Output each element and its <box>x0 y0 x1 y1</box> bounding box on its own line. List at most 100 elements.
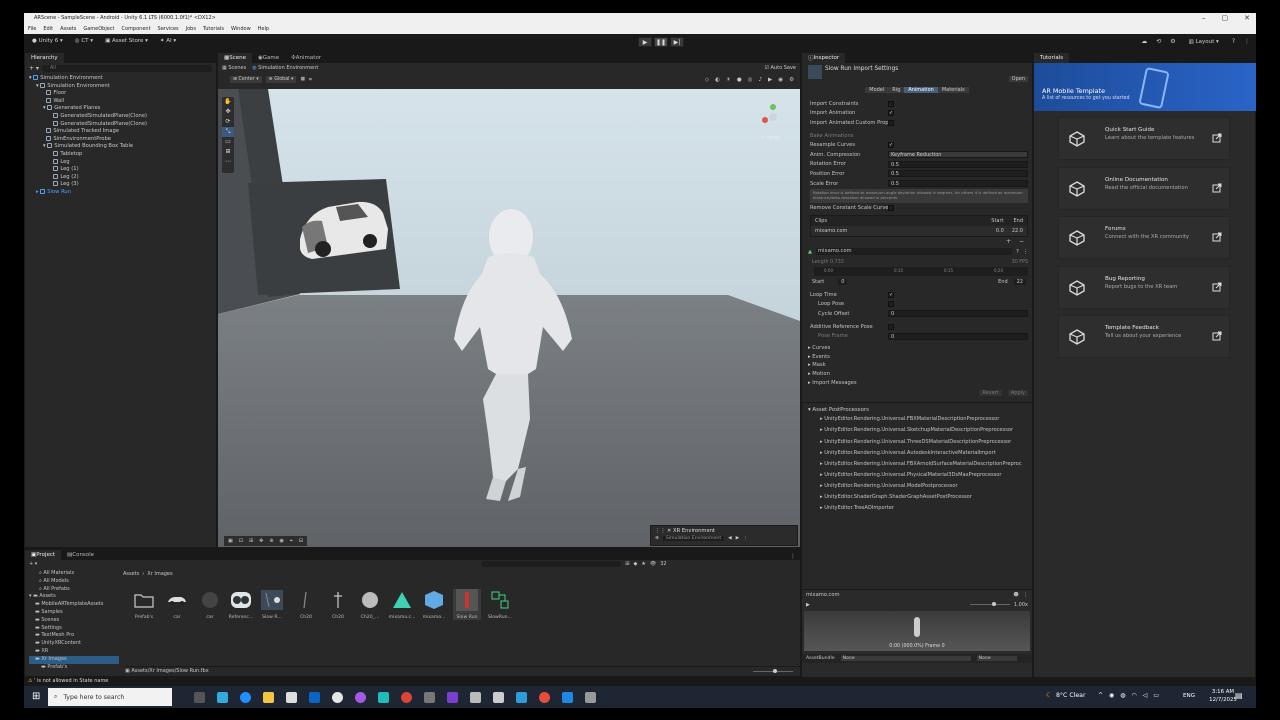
remove-clip-icon[interactable]: − <box>1019 238 1024 245</box>
postprocessor-item[interactable]: ▸ UnityEditor.Rendering.Universal.ThreeD… <box>802 437 1032 448</box>
weather-icon[interactable]: ☾ <box>1046 691 1052 699</box>
help-icon[interactable]: ? <box>1232 38 1235 45</box>
clip-timeline[interactable]: 0:00 0:10 0:15 0:20 <box>814 266 1028 276</box>
tab-game[interactable]: ◉ Game <box>252 53 285 63</box>
gizmos-dropdown-icon[interactable]: ⚙ <box>789 77 794 83</box>
overlay-icon-3[interactable]: ⊞ <box>249 538 253 544</box>
import-constraints-checkbox[interactable] <box>888 100 894 107</box>
import-animation-checkbox[interactable]: ✓ <box>888 110 894 117</box>
external-link-icon[interactable] <box>1212 331 1222 341</box>
visual-studio-icon[interactable] <box>447 692 458 703</box>
hierarchy-item[interactable]: Simulated Tracked Image <box>25 128 216 136</box>
custom-tool-icon[interactable]: ⋯ <box>222 157 234 167</box>
project-folder-item[interactable]: ▾ ▬ Assets <box>29 593 119 601</box>
asset-item[interactable]: SlowRun... <box>486 589 514 620</box>
scene-viewport[interactable]: < Persp ✋ ✥ ⟳ ⤡ ▭ ⊞ ⋯ ▣ ⊡ ⊞ ✥ ⊕ ◉ ⌖ ⊟ ⋮⋮… <box>218 89 800 547</box>
account-button[interactable]: ● Unity 6 ▾ <box>28 38 67 44</box>
project-folder-item[interactable]: ⌕ All Prefabs <box>29 586 119 594</box>
hierarchy-item[interactable]: GeneratedSimulatedPlane(Clone) <box>25 112 216 121</box>
app-icon-1[interactable] <box>378 692 389 703</box>
asset-item[interactable]: car <box>196 589 224 620</box>
outlook-icon[interactable] <box>309 692 320 703</box>
hierarchy-item[interactable]: ▾ Simulated Bounding Box Table <box>25 143 216 151</box>
preview-play-icon[interactable]: ▶ <box>806 602 810 608</box>
remove-constant-checkbox[interactable] <box>888 205 894 212</box>
asset-bundle-dropdown[interactable]: None <box>840 656 971 661</box>
asset-item[interactable]: Ch20 <box>292 589 320 620</box>
ai-button[interactable]: ✦ AI ▾ <box>156 38 180 44</box>
battery-icon[interactable]: ▭ <box>1153 692 1159 699</box>
tab-tutorials[interactable]: Tutorials <box>1034 53 1070 63</box>
xr-next-icon[interactable]: ▶ <box>736 536 740 541</box>
step-button[interactable]: ▶| <box>670 37 684 47</box>
project-folder-item[interactable]: ▬ Samples <box>29 609 119 617</box>
tutorial-card[interactable]: Online Documentation Read the official do… <box>1058 166 1230 210</box>
store-icon[interactable] <box>286 692 297 703</box>
external-link-icon[interactable] <box>1212 232 1222 242</box>
global-dropdown[interactable]: ⊕ Global ▾ <box>265 76 297 83</box>
tab-inspector[interactable]: ⓘ Inspector <box>802 53 846 63</box>
scale-tool-icon[interactable]: ⤡ <box>222 127 234 137</box>
loop-time-checkbox[interactable]: ✓ <box>888 291 894 298</box>
close-icon[interactable]: ✕ <box>1244 14 1250 22</box>
postprocessors-title[interactable]: ▾ Asset PostProcessors <box>802 406 1032 415</box>
hierarchy-item[interactable]: ▸ Slow Run <box>25 188 216 197</box>
tab-animator[interactable]: ✣ Animator <box>285 53 327 63</box>
asset-item[interactable]: Slow R... <box>258 589 286 620</box>
cycle-offset-input[interactable]: 0 <box>888 310 1028 318</box>
postprocessor-item[interactable]: ▸ UnityEditor.Rendering.Universal.ModelP… <box>802 481 1032 492</box>
project-add-icon[interactable]: + ▾ <box>29 561 37 567</box>
postprocessor-item[interactable]: ▸ UnityEditor.Rendering.Universal.FBXArn… <box>802 459 1032 470</box>
copilot-icon[interactable] <box>217 692 228 703</box>
asset-item[interactable]: Referenc... <box>227 589 255 620</box>
grid-snap-icon[interactable]: ▦ <box>300 77 305 82</box>
external-link-icon[interactable] <box>1212 183 1222 193</box>
wifi-icon[interactable]: ◠ <box>1132 692 1137 699</box>
project-folder-item[interactable]: ▬ UnityXRContent <box>29 640 119 648</box>
hierarchy-item[interactable]: Leg (1) <box>25 166 216 174</box>
breadcrumb-scenes[interactable]: ▦ Scenes <box>222 65 246 71</box>
app-icon-2[interactable] <box>424 692 435 703</box>
hierarchy-item[interactable]: SimEnvironmentProbe <box>25 135 216 144</box>
effects-icon[interactable]: ◎ <box>748 77 753 83</box>
camera-icon[interactable]: ▶ <box>768 77 772 83</box>
hierarchy-item[interactable]: Leg <box>25 158 216 167</box>
hierarchy-item[interactable]: GeneratedSimulatedPlane(Clone) <box>25 120 216 129</box>
asset-item[interactable]: car <box>163 589 191 620</box>
resample-curves-checkbox[interactable]: ✓ <box>888 142 894 149</box>
maximize-icon[interactable]: ▢ <box>1222 14 1229 22</box>
tab-console[interactable]: ▤ Console <box>61 550 100 560</box>
asset-item[interactable]: Prefab's <box>130 589 158 620</box>
project-search-input[interactable] <box>481 561 622 567</box>
project-folder-item[interactable]: ⌕ All Materials <box>29 570 119 578</box>
tab-model[interactable]: Model <box>865 86 889 93</box>
add-icon[interactable]: + ▾ <box>29 65 39 72</box>
asset-item[interactable]: mixamo.c... <box>388 589 416 620</box>
menu-component[interactable]: Component <box>122 26 151 32</box>
menu-file[interactable]: File <box>28 26 36 32</box>
foldout-motion[interactable]: ▸ Motion <box>802 370 1032 379</box>
menu-tutorials[interactable]: Tutorials <box>203 26 224 32</box>
hierarchy-item[interactable]: Wall <box>25 97 216 106</box>
project-folder-item[interactable]: ▬ TextMesh Pro <box>29 632 119 640</box>
start-input[interactable]: 0 <box>838 278 848 285</box>
github-icon[interactable] <box>332 692 343 703</box>
project-menu-icon[interactable]: ⋮ <box>790 553 800 560</box>
gizmo-icon[interactable]: ◇ <box>705 77 709 83</box>
breadcrumb-env[interactable]: ◍ Simulation Environment <box>252 65 318 71</box>
transform-tool-icon[interactable]: ⊞ <box>222 147 234 157</box>
project-folder-item[interactable]: ▬ MobileARTemplateAssets <box>29 601 119 609</box>
hierarchy-item[interactable]: Floor <box>25 90 216 98</box>
cloud-icon[interactable]: ☁ <box>1141 38 1147 45</box>
asset-item[interactable]: Ch20_... <box>356 589 384 620</box>
chrome-icon[interactable] <box>401 692 412 703</box>
pivot-center-dropdown[interactable]: ⊞ Center ▾ <box>230 76 262 83</box>
pose-frame-input[interactable]: 0 <box>888 332 1028 340</box>
tutorial-card[interactable]: Quick Start Guide Learn about the templat… <box>1058 117 1230 160</box>
project-folder-item[interactable]: ⌕ All Models <box>29 578 119 586</box>
breadcrumb-xr-images[interactable]: Xr Images <box>147 571 172 577</box>
preview-speed-slider[interactable] <box>969 602 1010 606</box>
postprocessor-item[interactable]: ▸ UnityEditor.TreeAOImporter <box>802 503 1032 514</box>
preview-menu-icon[interactable]: ⋮ <box>1023 592 1032 598</box>
external-link-icon[interactable] <box>1212 282 1222 292</box>
